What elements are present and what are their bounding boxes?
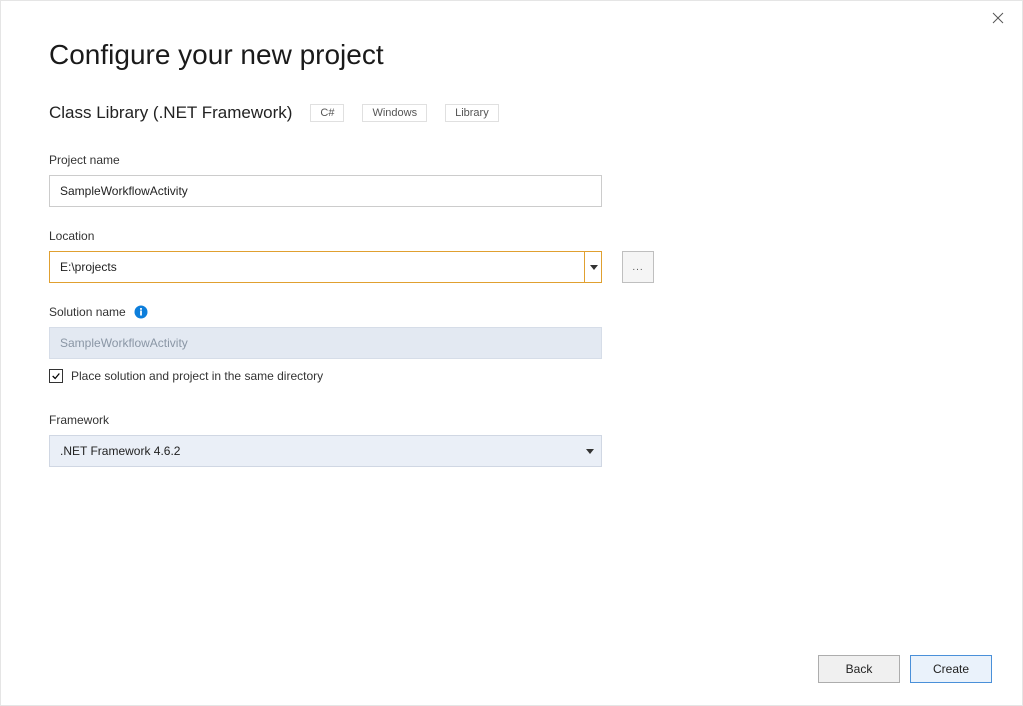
- framework-label: Framework: [49, 413, 602, 427]
- project-name-label: Project name: [49, 153, 602, 167]
- place-solution-checkbox[interactable]: [49, 369, 63, 383]
- place-solution-label: Place solution and project in the same d…: [71, 369, 323, 383]
- info-icon: [134, 305, 148, 319]
- template-tag: Library: [445, 104, 499, 122]
- checkmark-icon: [51, 371, 61, 381]
- location-input[interactable]: [49, 251, 602, 283]
- template-row: Class Library (.NET Framework) C# Window…: [49, 103, 974, 123]
- chevron-down-icon: [590, 265, 598, 270]
- close-icon: [992, 12, 1004, 24]
- close-button[interactable]: [992, 11, 1008, 27]
- location-dropdown-button[interactable]: [584, 251, 602, 283]
- project-name-input[interactable]: [49, 175, 602, 207]
- framework-value: .NET Framework 4.6.2: [60, 444, 180, 458]
- solution-name-input: [49, 327, 602, 359]
- template-name: Class Library (.NET Framework): [49, 103, 292, 123]
- solution-name-label: Solution name: [49, 305, 126, 319]
- framework-select[interactable]: .NET Framework 4.6.2: [49, 435, 602, 467]
- template-tag: C#: [310, 104, 344, 122]
- create-button[interactable]: Create: [910, 655, 992, 683]
- back-button[interactable]: Back: [818, 655, 900, 683]
- browse-button[interactable]: ...: [622, 251, 654, 283]
- page-title: Configure your new project: [49, 39, 974, 71]
- template-tag: Windows: [362, 104, 427, 122]
- location-label: Location: [49, 229, 974, 243]
